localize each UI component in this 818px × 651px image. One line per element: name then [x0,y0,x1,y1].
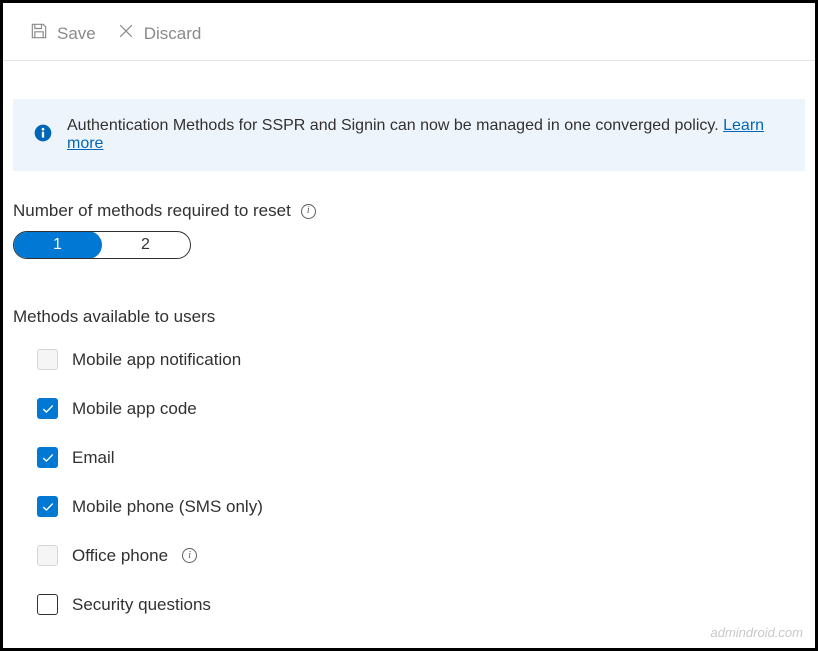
methods-required-row: Number of methods required to reset i [13,201,805,221]
method-label: Office phone [72,546,168,566]
checkmark-icon [41,402,55,416]
info-icon [33,123,53,148]
info-banner-text: Authentication Methods for SSPR and Sign… [67,117,785,153]
content: Number of methods required to reset i 1 … [3,171,815,615]
pill-option-1[interactable]: 1 [13,231,102,259]
method-item-office-phone: Office phone i [37,545,805,566]
method-label: Mobile phone (SMS only) [72,497,263,517]
save-icon [29,21,49,46]
checkbox-security-questions[interactable] [37,594,58,615]
save-button[interactable]: Save [23,21,102,46]
method-item-email: Email [37,447,805,468]
checkbox-mobile-phone[interactable] [37,496,58,517]
method-item-mobile-phone: Mobile phone (SMS only) [37,496,805,517]
save-label: Save [57,24,96,44]
method-label: Mobile app code [72,399,197,419]
method-item-mobile-app-notification: Mobile app notification [37,349,805,370]
checkmark-icon [41,500,55,514]
info-icon[interactable]: i [301,204,316,219]
methods-available-section: Methods available to users Mobile app no… [13,259,805,615]
checkbox-mobile-app-code[interactable] [37,398,58,419]
checkbox-office-phone[interactable] [37,545,58,566]
methods-required-label: Number of methods required to reset [13,201,291,221]
methods-available-label: Methods available to users [13,307,805,327]
discard-button[interactable]: Discard [110,21,208,46]
methods-required-toggle[interactable]: 1 2 [13,231,191,259]
info-icon[interactable]: i [182,548,197,563]
methods-list: Mobile app notification Mobile app code … [13,327,805,615]
watermark: admindroid.com [711,625,804,640]
toolbar: Save Discard [3,3,815,61]
checkbox-email[interactable] [37,447,58,468]
close-icon [116,21,136,46]
info-banner: Authentication Methods for SSPR and Sign… [13,99,805,171]
discard-label: Discard [144,24,202,44]
method-label: Email [72,448,115,468]
method-item-mobile-app-code: Mobile app code [37,398,805,419]
checkmark-icon [41,451,55,465]
pill-option-2[interactable]: 2 [101,232,190,258]
checkbox-mobile-app-notification[interactable] [37,349,58,370]
method-label: Mobile app notification [72,350,241,370]
method-item-security-questions: Security questions [37,594,805,615]
method-label: Security questions [72,595,211,615]
